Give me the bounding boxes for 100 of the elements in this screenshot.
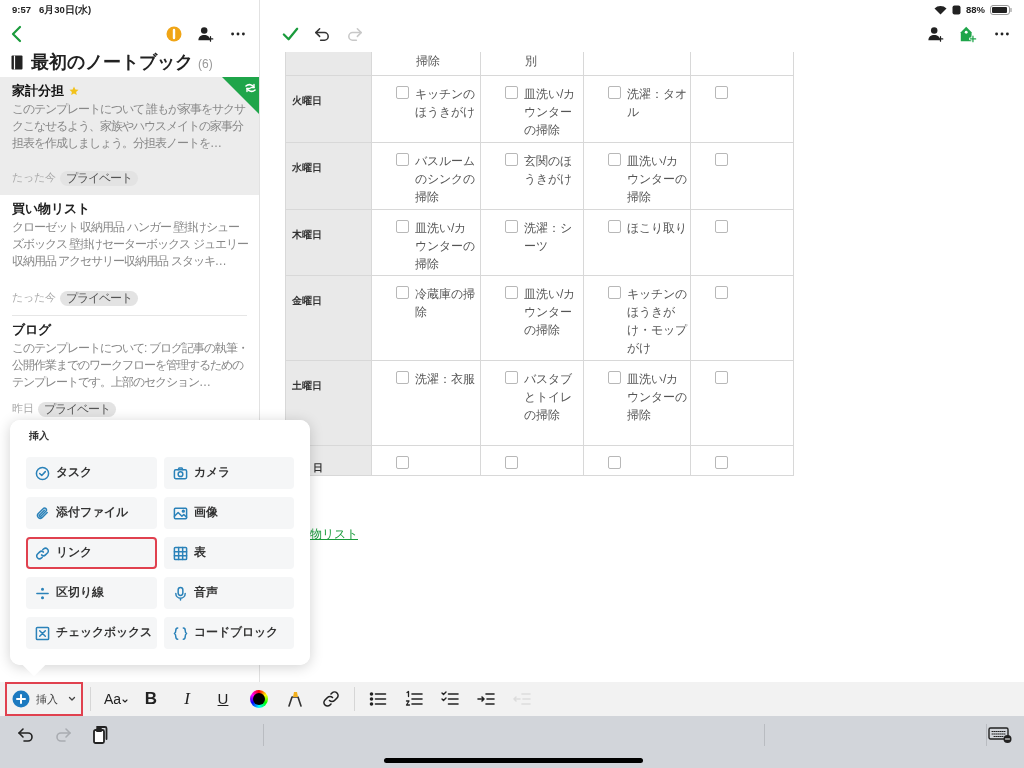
person-add-icon[interactable] bbox=[197, 25, 215, 43]
checkbox[interactable] bbox=[396, 220, 409, 233]
clipboard-icon[interactable] bbox=[90, 725, 110, 745]
numbered-list-icon[interactable] bbox=[404, 689, 424, 709]
note-tag: プライベート bbox=[60, 170, 138, 186]
note-item[interactable]: ブログ このテンプレートについて: ブログ記事の執筆・公開作業までのワークフローを管理するためのテンプレートです。上部のセクション… 昨日 プライベート bbox=[0, 316, 259, 420]
day-label: 水曜日 bbox=[292, 162, 322, 173]
checkbox[interactable] bbox=[608, 456, 621, 469]
note-time: たった今 bbox=[12, 290, 56, 306]
keyboard-icon[interactable] bbox=[988, 726, 1012, 744]
note-tag: プライベート bbox=[38, 401, 116, 417]
checkbox[interactable] bbox=[396, 371, 409, 384]
underline-button[interactable]: U bbox=[205, 682, 241, 716]
checkbox[interactable] bbox=[505, 220, 518, 233]
checkbox[interactable] bbox=[505, 153, 518, 166]
checkbox[interactable] bbox=[396, 286, 409, 299]
checkbox[interactable] bbox=[715, 371, 728, 384]
checkbox[interactable] bbox=[715, 286, 728, 299]
checkbox[interactable] bbox=[396, 456, 409, 469]
task-text: 皿洗い/カウンターの掃除 bbox=[524, 86, 577, 139]
checkbox-icon bbox=[35, 625, 50, 641]
tag-add-icon[interactable] bbox=[959, 25, 977, 43]
bullet-list-icon[interactable] bbox=[368, 689, 388, 709]
checkbox[interactable] bbox=[715, 456, 728, 469]
menu-item[interactable]: カメラ bbox=[163, 457, 294, 489]
link-icon[interactable] bbox=[321, 689, 341, 709]
menu-item[interactable]: 表 bbox=[163, 537, 294, 569]
menu-item[interactable]: 画像 bbox=[163, 497, 294, 529]
checkbox[interactable] bbox=[608, 371, 621, 384]
undo-icon[interactable] bbox=[16, 725, 36, 745]
menu-title: 挿入 bbox=[28, 429, 50, 443]
color-wheel-icon[interactable] bbox=[250, 690, 268, 708]
coin-icon[interactable] bbox=[166, 26, 182, 42]
wifi-icon bbox=[934, 5, 947, 15]
task-text: 冷蔵庫の掃除 bbox=[415, 286, 476, 321]
day-label: 火曜日 bbox=[292, 95, 322, 106]
battery-percent: 88% bbox=[966, 2, 985, 17]
checkbox[interactable] bbox=[608, 86, 621, 99]
menu-item[interactable]: コードブロック bbox=[163, 617, 294, 649]
bold-button[interactable]: B bbox=[133, 682, 169, 716]
task-text: 洗濯：衣服 bbox=[415, 371, 476, 388]
italic-button[interactable]: I bbox=[169, 682, 205, 716]
task-text: バスルームのシンクの掃除 bbox=[415, 153, 476, 206]
checkbox[interactable] bbox=[608, 286, 621, 299]
menu-item[interactable]: 区切り線 bbox=[26, 577, 157, 609]
menu-item[interactable]: タスク bbox=[26, 457, 157, 489]
highlighter-icon[interactable] bbox=[285, 689, 305, 709]
braces-icon bbox=[172, 625, 188, 641]
insert-button[interactable]: 挿入 bbox=[5, 682, 83, 716]
plus-circle-icon bbox=[12, 690, 30, 708]
divider-icon bbox=[35, 585, 50, 601]
notebook-icon bbox=[11, 55, 23, 70]
checkbox[interactable] bbox=[505, 286, 518, 299]
checkbox[interactable] bbox=[396, 153, 409, 166]
table-icon bbox=[172, 545, 188, 561]
task-text: キッチンのほうきがけ bbox=[415, 86, 476, 121]
checkbox[interactable] bbox=[396, 86, 409, 99]
note-title[interactable]: ブログ bbox=[12, 321, 51, 339]
microphone-icon bbox=[172, 585, 188, 601]
checkbox[interactable] bbox=[608, 220, 621, 233]
note-link[interactable]: 物リスト bbox=[310, 525, 358, 543]
task-text: ほこり取り bbox=[627, 220, 688, 237]
task-text: 洗濯：シーツ bbox=[524, 220, 573, 255]
note-count: (6) bbox=[198, 56, 213, 73]
task-icon bbox=[35, 465, 50, 481]
status-time: 9:57 bbox=[12, 2, 31, 17]
day-label: 土曜日 bbox=[292, 380, 322, 391]
person-add-icon[interactable] bbox=[927, 25, 945, 43]
task-text: 洗濯：タオル bbox=[627, 86, 688, 121]
home-indicator[interactable] bbox=[384, 758, 643, 763]
note-snippet: このテンプレートについて 誰もが家事をサクサクこなせるよう、家族やハウスメイトの家事分担表を作成しましょう。分担表ノートを… bbox=[12, 101, 247, 152]
task-text: キッチンのほうきがけ・モップがけ bbox=[627, 286, 689, 357]
day-label: 日 bbox=[313, 462, 323, 473]
note-title[interactable]: 家計分担 bbox=[12, 82, 64, 100]
checkbox[interactable] bbox=[715, 86, 728, 99]
checkbox[interactable] bbox=[608, 153, 621, 166]
note-snippet: このテンプレートについて: ブログ記事の執筆・公開作業までのワークフローを管理するためのテンプレートです。上部のセクション… bbox=[12, 340, 248, 391]
image-icon bbox=[172, 505, 188, 521]
checkbox[interactable] bbox=[505, 371, 518, 384]
task-text: 玄関のほうきがけ bbox=[524, 153, 573, 188]
task-text: 皿洗い/カウンターの掃除 bbox=[627, 371, 688, 424]
menu-item[interactable]: 添付ファイル bbox=[26, 497, 157, 529]
task-text: 掃除 bbox=[416, 53, 441, 70]
menu-item[interactable]: リンク bbox=[26, 537, 157, 569]
checkbox[interactable] bbox=[505, 456, 518, 469]
checkbox[interactable] bbox=[715, 153, 728, 166]
chevron-down-icon bbox=[68, 696, 76, 702]
font-button[interactable]: Aa bbox=[99, 682, 133, 716]
note-snippet: クローゼット 収納用品 ハンガー 壁掛けシューズボックス 壁掛けセーターボックス ジュエリー収納用品 アクセサリー収納用品 スタッキ… bbox=[12, 219, 248, 270]
day-label: 金曜日 bbox=[292, 295, 322, 306]
note-title[interactable]: 買い物リスト bbox=[12, 200, 90, 218]
back-icon[interactable] bbox=[10, 25, 24, 43]
menu-item[interactable]: 音声 bbox=[163, 577, 294, 609]
note-item[interactable]: 買い物リスト クローゼット 収納用品 ハンガー 壁掛けシューズボックス 壁掛けセーターボックス ジュエリー収納用品 アクセサリー収納用品 スタッキ… たった今 プライベート bbox=[0, 195, 259, 315]
camera-icon bbox=[172, 465, 188, 481]
note-time: 昨日 bbox=[12, 401, 34, 417]
checkbox[interactable] bbox=[715, 220, 728, 233]
menu-item[interactable]: チェックボックス bbox=[26, 617, 157, 649]
paperclip-icon bbox=[35, 505, 50, 521]
checkbox[interactable] bbox=[505, 86, 518, 99]
